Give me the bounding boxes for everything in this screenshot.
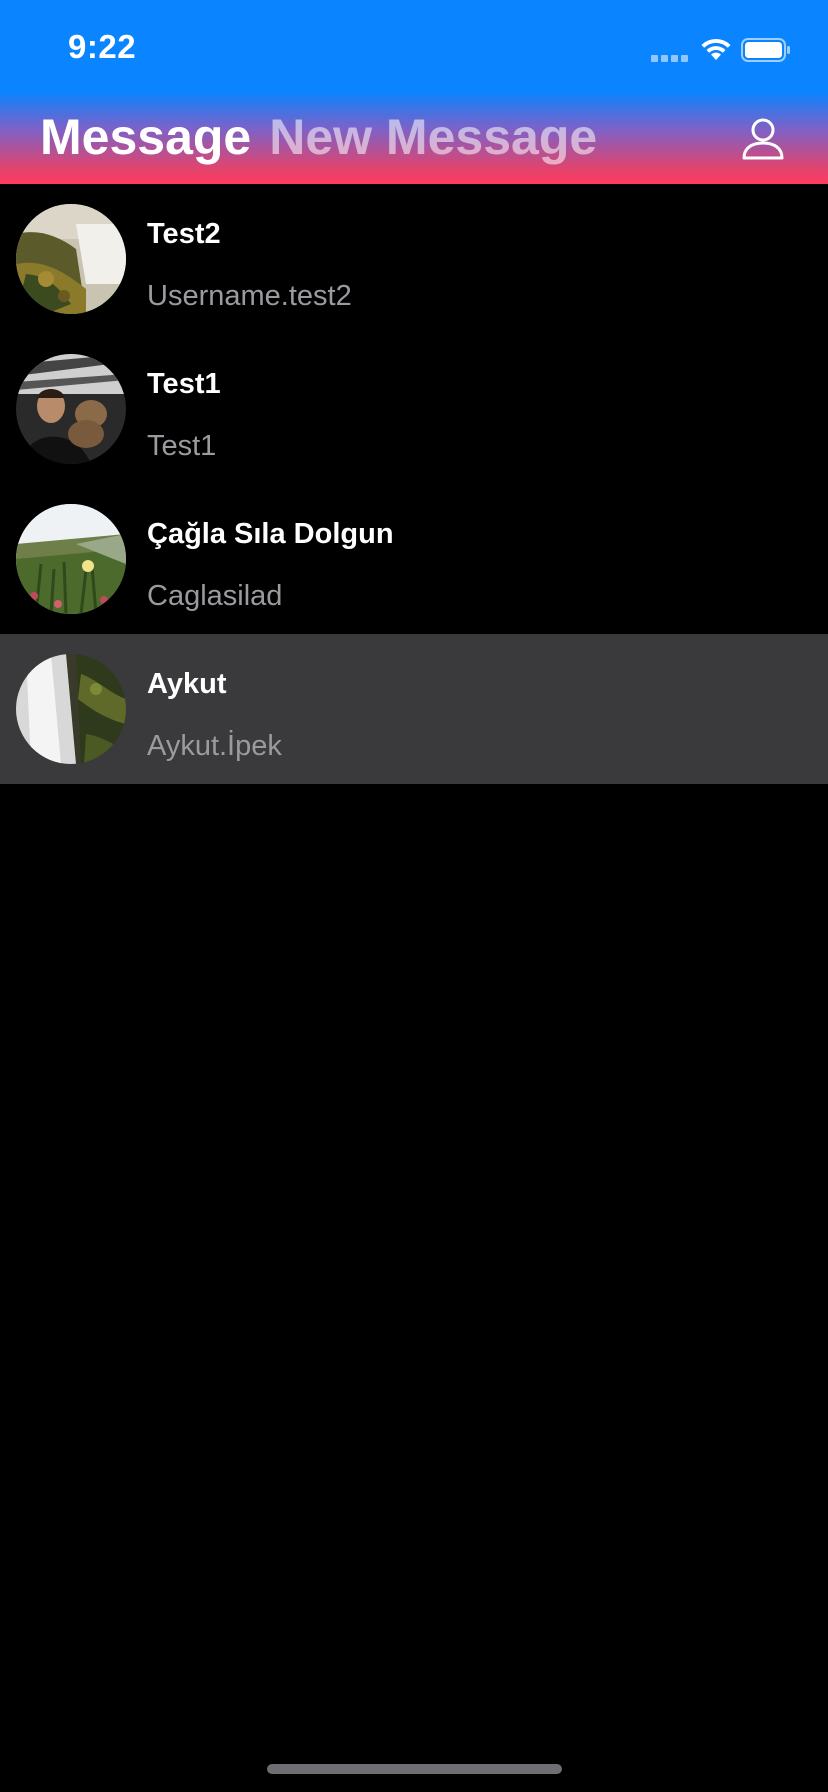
waterfall-landscape-photo <box>16 204 126 314</box>
contact-name: Test2 <box>147 218 221 250</box>
header-bar: 9:22 Message New Message <box>0 0 828 184</box>
contacts-list: Test2 Username.test2 Test1 Test1 Çağla S… <box>0 184 828 784</box>
wifi-icon <box>701 38 731 60</box>
contact-username: Aykut.İpek <box>147 730 282 762</box>
contact-row[interactable]: Aykut Aykut.İpek <box>0 634 828 784</box>
messages-screen: 9:22 Message New Message Test2 Username.… <box>0 0 828 1792</box>
avatar <box>16 204 126 314</box>
avatar <box>16 654 126 764</box>
battery-icon <box>741 38 790 62</box>
contact-username: Username.test2 <box>147 280 352 312</box>
avatar <box>16 504 126 614</box>
segment-tabs: Message New Message <box>40 108 597 166</box>
avatar <box>16 354 126 464</box>
contact-row[interactable]: Test1 Test1 <box>0 334 828 484</box>
flowers-field-photo <box>16 504 126 614</box>
person-icon[interactable] <box>740 116 786 162</box>
contact-username: Caglasilad <box>147 580 283 612</box>
person-with-dog-photo <box>16 354 126 464</box>
contact-name: Aykut <box>147 668 227 700</box>
waterfall-rocks-photo <box>16 654 126 764</box>
contact-name: Test1 <box>147 368 221 400</box>
tab-new-message[interactable]: New Message <box>269 108 597 166</box>
contact-row[interactable]: Çağla Sıla Dolgun Caglasilad <box>0 484 828 634</box>
contact-username: Test1 <box>147 430 217 462</box>
tab-message[interactable]: Message <box>40 108 251 166</box>
cellular-signal-icon <box>651 52 691 62</box>
home-indicator[interactable] <box>267 1764 562 1774</box>
contact-row[interactable]: Test2 Username.test2 <box>0 184 828 334</box>
status-time: 9:22 <box>68 28 137 65</box>
contact-name: Çağla Sıla Dolgun <box>147 518 394 550</box>
